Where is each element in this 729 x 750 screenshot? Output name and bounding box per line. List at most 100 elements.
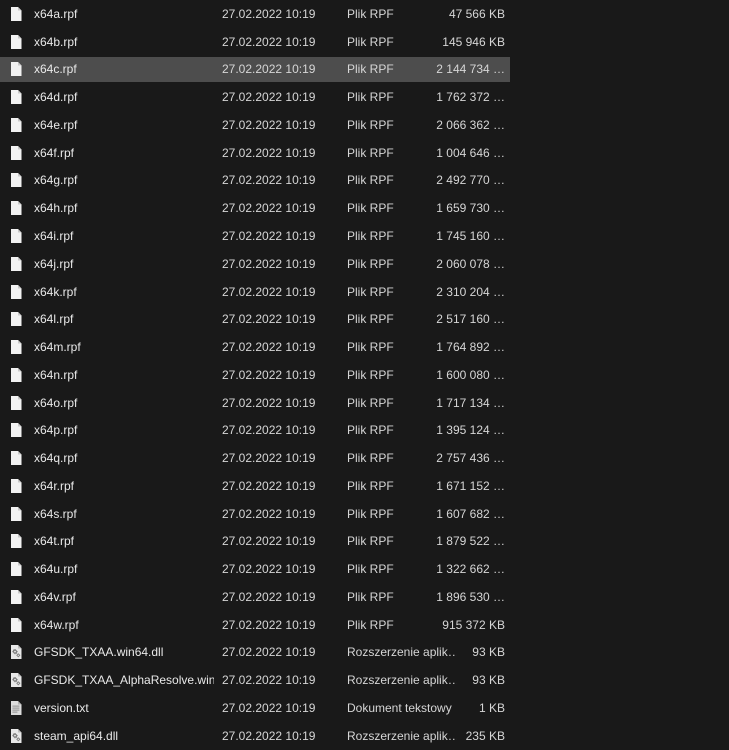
file-row[interactable]: x64p.rpf 27.02.2022 10:19 Plik RPF 1 395… [0, 416, 729, 444]
file-size: 1 671 152 … [381, 472, 505, 500]
file-name: x64g.rpf [34, 167, 214, 195]
file-date-modified: 27.02.2022 10:19 [222, 444, 342, 472]
file-row[interactable]: x64m.rpf 27.02.2022 10:19 Plik RPF 1 764… [0, 333, 729, 361]
dll-icon [8, 644, 24, 660]
generic-file-icon [8, 89, 24, 105]
file-name: x64h.rpf [34, 194, 214, 222]
text-document-icon [8, 700, 24, 716]
file-row[interactable]: x64w.rpf 27.02.2022 10:19 Plik RPF 915 3… [0, 611, 729, 639]
file-size: 915 372 KB [381, 611, 505, 639]
file-size: 1 395 124 … [381, 416, 505, 444]
generic-file-icon [8, 172, 24, 188]
file-date-modified: 27.02.2022 10:19 [222, 56, 342, 84]
file-row[interactable]: x64u.rpf 27.02.2022 10:19 Plik RPF 1 322… [0, 555, 729, 583]
file-date-modified: 27.02.2022 10:19 [222, 305, 342, 333]
file-name: x64f.rpf [34, 139, 214, 167]
generic-file-icon [8, 617, 24, 633]
file-row[interactable]: x64l.rpf 27.02.2022 10:19 Plik RPF 2 517… [0, 305, 729, 333]
file-name: x64q.rpf [34, 444, 214, 472]
file-size: 1 879 522 … [381, 528, 505, 556]
file-date-modified: 27.02.2022 10:19 [222, 111, 342, 139]
file-name: x64u.rpf [34, 555, 214, 583]
generic-file-icon [8, 284, 24, 300]
file-row[interactable]: x64b.rpf 27.02.2022 10:19 Plik RPF 145 9… [0, 28, 729, 56]
file-row[interactable]: x64o.rpf 27.02.2022 10:19 Plik RPF 1 717… [0, 389, 729, 417]
generic-file-icon [8, 561, 24, 577]
generic-file-icon [8, 506, 24, 522]
file-date-modified: 27.02.2022 10:19 [222, 333, 342, 361]
file-row[interactable]: x64q.rpf 27.02.2022 10:19 Plik RPF 2 757… [0, 444, 729, 472]
file-size: 1 896 530 … [381, 583, 505, 611]
file-date-modified: 27.02.2022 10:19 [222, 666, 342, 694]
file-list: x64a.rpf 27.02.2022 10:19 Plik RPF 47 56… [0, 0, 729, 750]
file-name: x64a.rpf [34, 0, 214, 28]
file-row[interactable]: x64a.rpf 27.02.2022 10:19 Plik RPF 47 56… [0, 0, 729, 28]
file-name: version.txt [34, 694, 214, 722]
file-name: x64k.rpf [34, 278, 214, 306]
generic-file-icon [8, 478, 24, 494]
file-size: 1 322 662 … [381, 555, 505, 583]
file-name: steam_api64.dll [34, 722, 214, 750]
file-row[interactable]: x64e.rpf 27.02.2022 10:19 Plik RPF 2 066… [0, 111, 729, 139]
file-row[interactable]: x64f.rpf 27.02.2022 10:19 Plik RPF 1 004… [0, 139, 729, 167]
generic-file-icon [8, 395, 24, 411]
file-row[interactable]: x64k.rpf 27.02.2022 10:19 Plik RPF 2 310… [0, 278, 729, 306]
generic-file-icon [8, 422, 24, 438]
file-date-modified: 27.02.2022 10:19 [222, 528, 342, 556]
generic-file-icon [8, 533, 24, 549]
file-row[interactable]: x64s.rpf 27.02.2022 10:19 Plik RPF 1 607… [0, 500, 729, 528]
file-row[interactable]: version.txt 27.02.2022 10:19 Dokument te… [0, 694, 729, 722]
file-date-modified: 27.02.2022 10:19 [222, 167, 342, 195]
file-row[interactable]: x64t.rpf 27.02.2022 10:19 Plik RPF 1 879… [0, 528, 729, 556]
generic-file-icon [8, 311, 24, 327]
file-size: 2 757 436 … [381, 444, 505, 472]
file-row[interactable]: x64d.rpf 27.02.2022 10:19 Plik RPF 1 762… [0, 83, 729, 111]
file-size: 1 659 730 … [381, 194, 505, 222]
file-size: 47 566 KB [381, 0, 505, 28]
file-size: 1 KB [381, 694, 505, 722]
file-row[interactable]: GFSDK_TXAA_AlphaResolve.win64.dll 27.02.… [0, 666, 729, 694]
file-name: GFSDK_TXAA_AlphaResolve.win64.dll [34, 666, 214, 694]
file-size: 2 060 078 … [381, 250, 505, 278]
file-row[interactable]: GFSDK_TXAA.win64.dll 27.02.2022 10:19 Ro… [0, 639, 729, 667]
file-size: 93 KB [381, 666, 505, 694]
file-row[interactable]: steam_api64.dll 27.02.2022 10:19 Rozszer… [0, 722, 729, 750]
file-row[interactable]: x64v.rpf 27.02.2022 10:19 Plik RPF 1 896… [0, 583, 729, 611]
file-size: 1 764 892 … [381, 333, 505, 361]
file-size: 1 600 080 … [381, 361, 505, 389]
file-row[interactable]: x64i.rpf 27.02.2022 10:19 Plik RPF 1 745… [0, 222, 729, 250]
file-date-modified: 27.02.2022 10:19 [222, 583, 342, 611]
file-size: 1 607 682 … [381, 500, 505, 528]
file-name: x64n.rpf [34, 361, 214, 389]
file-date-modified: 27.02.2022 10:19 [222, 222, 342, 250]
file-date-modified: 27.02.2022 10:19 [222, 278, 342, 306]
file-name: x64r.rpf [34, 472, 214, 500]
generic-file-icon [8, 228, 24, 244]
file-row[interactable]: x64g.rpf 27.02.2022 10:19 Plik RPF 2 492… [0, 167, 729, 195]
file-name: x64t.rpf [34, 528, 214, 556]
file-name: x64o.rpf [34, 389, 214, 417]
file-size: 2 066 362 … [381, 111, 505, 139]
file-name: x64e.rpf [34, 111, 214, 139]
file-size: 2 517 160 … [381, 305, 505, 333]
generic-file-icon [8, 200, 24, 216]
file-date-modified: 27.02.2022 10:19 [222, 250, 342, 278]
file-row[interactable]: x64n.rpf 27.02.2022 10:19 Plik RPF 1 600… [0, 361, 729, 389]
file-date-modified: 27.02.2022 10:19 [222, 722, 342, 750]
file-row[interactable]: x64r.rpf 27.02.2022 10:19 Plik RPF 1 671… [0, 472, 729, 500]
file-size: 93 KB [381, 639, 505, 667]
file-date-modified: 27.02.2022 10:19 [222, 639, 342, 667]
generic-file-icon [8, 117, 24, 133]
generic-file-icon [8, 6, 24, 22]
dll-icon [8, 728, 24, 744]
generic-file-icon [8, 339, 24, 355]
file-row[interactable]: x64c.rpf 27.02.2022 10:19 Plik RPF 2 144… [0, 56, 729, 84]
file-date-modified: 27.02.2022 10:19 [222, 555, 342, 583]
file-row[interactable]: x64h.rpf 27.02.2022 10:19 Plik RPF 1 659… [0, 194, 729, 222]
file-size: 2 310 204 … [381, 278, 505, 306]
file-date-modified: 27.02.2022 10:19 [222, 389, 342, 417]
file-row[interactable]: x64j.rpf 27.02.2022 10:19 Plik RPF 2 060… [0, 250, 729, 278]
file-date-modified: 27.02.2022 10:19 [222, 0, 342, 28]
file-name: x64b.rpf [34, 28, 214, 56]
file-size: 1 004 646 … [381, 139, 505, 167]
